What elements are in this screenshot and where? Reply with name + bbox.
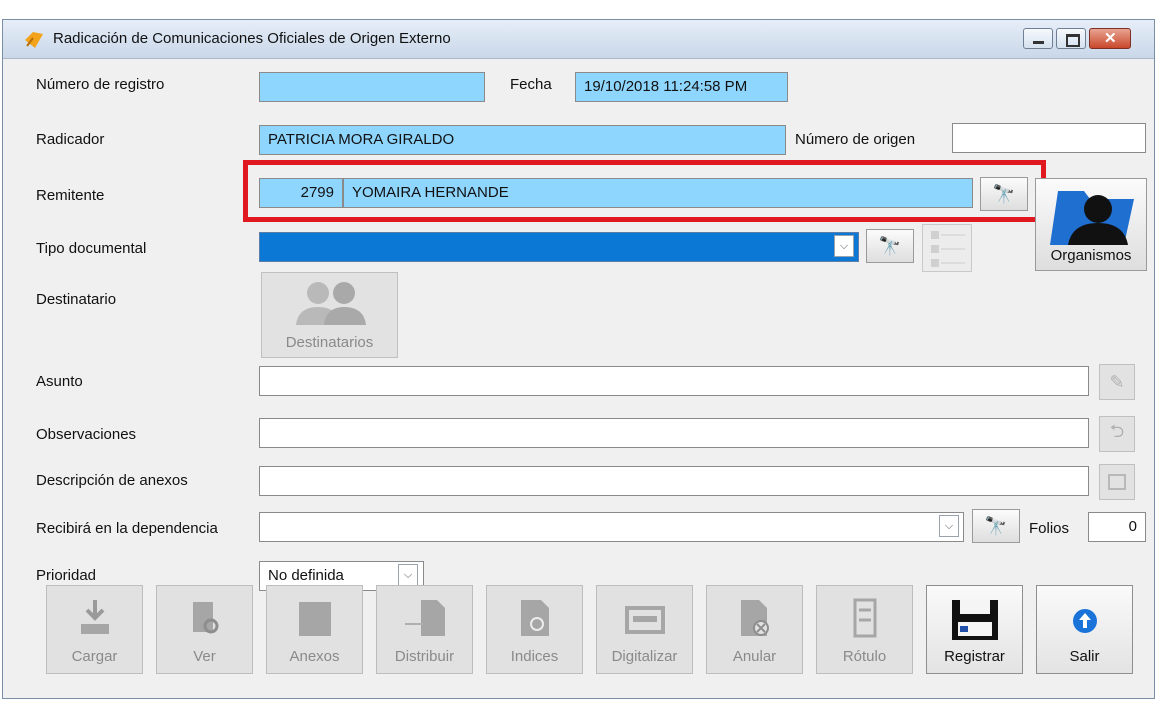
edit-asunto-button[interactable]: ✎	[1099, 364, 1135, 400]
buscar-dependencia-button[interactable]: 🔭	[972, 509, 1020, 543]
title-bar: Radicación de Comunicaciones Oficiales d…	[3, 20, 1154, 59]
folios-label: Folios	[1029, 520, 1070, 537]
digitalizar-label: Digitalizar	[611, 648, 678, 665]
salir-label: Salir	[1069, 648, 1100, 665]
chevron-down-icon: ⌵	[944, 519, 954, 532]
maximize-button[interactable]	[1056, 28, 1086, 49]
distribuir-button[interactable]: Distribuir	[376, 585, 473, 674]
tipo-documental-select[interactable]	[259, 232, 859, 262]
indices-button[interactable]: Indices	[486, 585, 583, 674]
radicador-field[interactable]: PATRICIA MORA GIRALDO	[259, 125, 786, 155]
prioridad-label: Prioridad	[36, 567, 97, 584]
index-search-icon	[520, 600, 549, 636]
view-document-icon	[192, 602, 218, 634]
numero-registro-label: Número de registro	[36, 76, 165, 93]
ver-button[interactable]: Ver	[156, 585, 253, 674]
anexos-button[interactable]: Anexos	[266, 585, 363, 674]
asunto-field[interactable]	[259, 366, 1089, 396]
chevron-down-icon: ⌵	[839, 239, 849, 252]
fecha-field[interactable]: 19/10/2018 11:24:58 PM	[575, 72, 788, 102]
numero-origen-field[interactable]	[952, 123, 1146, 153]
folios-field[interactable]: 0	[1088, 512, 1146, 542]
salir-button[interactable]: Salir	[1036, 585, 1133, 674]
edit-note-icon: ✎	[1109, 371, 1125, 392]
digitalizar-button[interactable]: Digitalizar	[596, 585, 693, 674]
close-icon: ✕	[1104, 30, 1117, 47]
app-icon	[25, 32, 43, 48]
organismos-button[interactable]: Organismos	[1035, 178, 1147, 271]
registrar-button[interactable]: Registrar	[926, 585, 1023, 674]
indices-label: Indices	[510, 648, 559, 665]
chevron-down-icon: ⌵	[403, 568, 413, 581]
radicador-label: Radicador	[36, 131, 105, 148]
scanner-icon	[624, 606, 665, 634]
attachments-icon	[298, 602, 331, 636]
prioridad-dropdown-arrow[interactable]: ⌵	[398, 564, 418, 586]
destinatarios-label: Destinatarios	[285, 334, 374, 351]
window-title: Radicación de Comunicaciones Oficiales d…	[53, 30, 451, 47]
floppy-disk-icon	[951, 600, 998, 640]
destinatario-label: Destinatario	[36, 291, 117, 308]
ver-label: Ver	[193, 648, 216, 665]
anexos-label: Anexos	[289, 648, 340, 665]
close-button[interactable]: ✕	[1089, 28, 1131, 49]
remitente-label: Remitente	[36, 187, 105, 204]
undo-arrow-icon: ⮌	[1109, 421, 1125, 441]
exit-arrow-icon	[1072, 609, 1097, 633]
rotulo-label: Rótulo	[842, 648, 887, 665]
buscar-tipo-documental-button[interactable]: 🔭	[866, 229, 914, 263]
observaciones-action-button[interactable]: ⮌	[1099, 416, 1135, 452]
observaciones-field[interactable]	[259, 418, 1089, 448]
folder-person-icon	[1050, 191, 1134, 245]
label-print-icon	[853, 598, 876, 638]
tree-list-button[interactable]	[922, 224, 972, 272]
recibira-dropdown-arrow[interactable]: ⌵	[939, 515, 959, 537]
cancel-document-icon	[740, 600, 769, 636]
upload-tray-icon	[80, 600, 109, 634]
cargar-button[interactable]: Cargar	[46, 585, 143, 674]
anexos-action-button[interactable]	[1099, 464, 1135, 500]
distribute-icon	[404, 600, 445, 636]
recibira-label: Recibirá en la dependencia	[36, 520, 218, 537]
minimize-button[interactable]	[1023, 28, 1053, 49]
organismos-label: Organismos	[1050, 247, 1132, 264]
window-icon	[1108, 474, 1126, 490]
rotulo-button[interactable]: Rótulo	[816, 585, 913, 674]
distribuir-label: Distribuir	[394, 648, 455, 665]
registrar-label: Registrar	[944, 648, 1005, 665]
tipo-documental-label: Tipo documental	[36, 240, 147, 257]
observaciones-label: Observaciones	[36, 426, 137, 443]
fecha-label: Fecha	[510, 76, 552, 93]
highlight-box	[243, 160, 1046, 222]
anular-button[interactable]: Anular	[706, 585, 803, 674]
tree-list-icon	[931, 231, 965, 267]
tipo-documental-dropdown-arrow[interactable]: ⌵	[834, 235, 854, 257]
binoculars-icon: 🔭	[878, 235, 902, 256]
recibira-select[interactable]	[259, 512, 964, 542]
people-icon	[296, 282, 366, 325]
cargar-label: Cargar	[71, 648, 118, 665]
descripcion-anexos-label: Descripción de anexos	[36, 472, 188, 489]
asunto-label: Asunto	[36, 373, 83, 390]
descripcion-anexos-field[interactable]	[259, 466, 1089, 496]
anular-label: Anular	[732, 648, 777, 665]
destinatarios-button[interactable]: Destinatarios	[261, 272, 398, 358]
binoculars-icon: 🔭	[984, 515, 1008, 536]
numero-registro-field[interactable]	[259, 72, 485, 102]
numero-origen-label: Número de origen	[795, 131, 916, 148]
